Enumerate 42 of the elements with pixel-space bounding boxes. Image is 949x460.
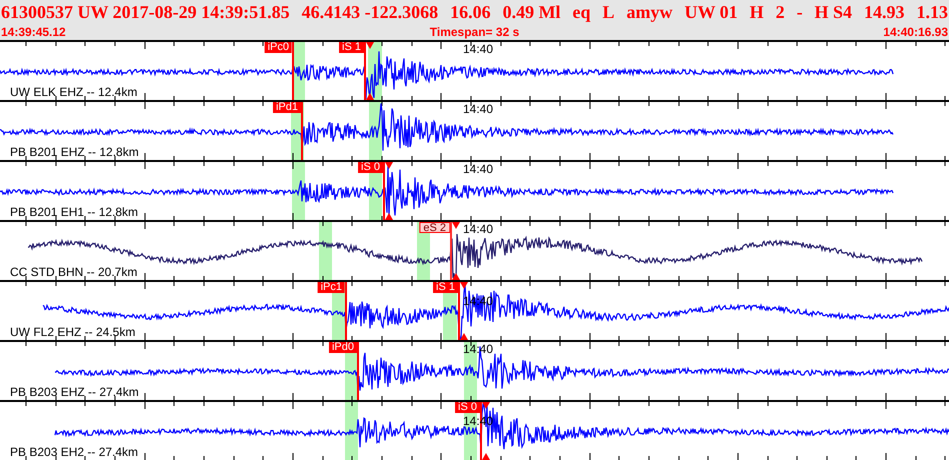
event-field: UW 01 [684,0,738,26]
event-field: 46.4143 -122.3068 [302,0,438,26]
event-field: 16.06 [450,0,491,26]
pick-label[interactable]: iS 0 [358,162,383,173]
station-label: PB B201 EH1 -- 12.8km [10,206,138,219]
event-field: 1.13 [916,0,948,26]
station-label: PB B203 EHZ -- 27.4km [10,386,139,399]
event-field: 61300537 UW 2017-08-29 14:39:51.85 [1,0,290,26]
end-time: 14:40:16.93 [883,24,948,41]
pick-line[interactable] [383,162,393,220]
event-field: L [602,0,615,26]
event-field: 2 [776,0,785,26]
pick-line[interactable] [450,222,460,280]
event-field: 0.49 Ml [502,0,561,26]
station-label: UW FL2 EHZ -- 24.5km [10,326,136,339]
station-label: PB B201 EHZ -- 12.8km [10,146,139,159]
station-label: CC STD BHN -- 20.7km [10,266,138,279]
time-label: 14:40 [463,163,494,176]
pick-line[interactable] [364,42,374,100]
event-field: 14.93 [864,0,905,26]
event-field: H [750,0,764,26]
pick-label[interactable]: iS 1 [339,42,364,53]
event-field: amyw [626,0,672,26]
event-field: H S4 [814,0,852,26]
event-field: - [796,0,803,26]
time-label: 14:40 [463,43,494,56]
event-field: eq [572,0,591,26]
pick-label[interactable]: iPc0 [264,42,292,53]
station-label: UW ELK EHZ -- 12.4km [10,86,138,99]
pick-label[interactable]: iPd0 [328,342,357,353]
timespan-text: Timespan= 32 s [430,24,520,41]
pick-label[interactable]: iPc1 [318,282,345,293]
pick-window [345,402,358,460]
pick-label[interactable]: iS 1 [433,282,458,293]
pick-label[interactable]: eS 2 [419,222,450,233]
time-label: 14:40 [463,223,494,236]
start-time: 14:39:45.12 [1,24,66,41]
station-label: PB B203 EH2 -- 27.4km [10,446,138,459]
time-label: 14:40 [463,103,494,116]
pick-label[interactable]: iS 0 [455,402,480,413]
pick-label[interactable]: iPd1 [272,102,301,113]
pick-window [319,222,332,280]
